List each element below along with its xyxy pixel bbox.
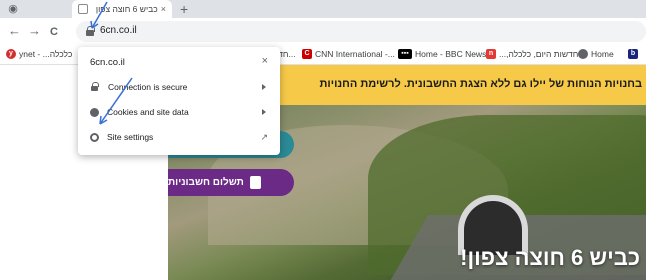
bookmark-icon: b: [628, 49, 638, 59]
site-settings-label: Site settings: [107, 132, 154, 142]
invoice-icon: [249, 176, 261, 189]
bookmark-more[interactable]: b: [628, 49, 641, 59]
tab-title: כביש 6 חוצה צפון: [95, 4, 158, 14]
bookmark-news[interactable]: n חדשות היום, כלכלה,...: [486, 49, 578, 59]
bookmark-ynet[interactable]: y ynet - ...כלכלה: [6, 49, 72, 59]
chevron-right-icon: [262, 109, 266, 115]
tab-close-icon[interactable]: ×: [161, 4, 166, 14]
close-icon[interactable]: ×: [262, 55, 268, 67]
popup-host: 6cn.co.il: [90, 57, 125, 68]
cnn-icon: C: [302, 49, 312, 59]
lock-icon[interactable]: [86, 26, 95, 36]
bookmark-bbc[interactable]: ▪▪▪ Home - BBC News: [398, 49, 486, 59]
chevron-right-icon: [262, 84, 266, 90]
url-text[interactable]: 6cn.co.il: [100, 25, 137, 36]
news-icon: n: [486, 49, 496, 59]
bookmark-label: Home - BBC News: [415, 49, 487, 59]
bbc-icon: ▪▪▪: [398, 49, 412, 59]
tab-active[interactable]: כביש 6 חוצה צפון ×: [72, 0, 172, 18]
bookmark-label: Home: [591, 49, 614, 59]
pay-invoices-button[interactable]: תשלום חשבוניות: [168, 169, 294, 196]
tab-search-icon[interactable]: ◉: [6, 2, 20, 16]
connection-secure-label: Connection is secure: [108, 82, 188, 92]
bookmark-home[interactable]: Home: [578, 49, 614, 59]
tab-strip: ◉ כביש 6 חוצה צפון × +: [0, 0, 646, 18]
bookmark-label: חדשות היום, כלכלה,...: [499, 49, 579, 59]
site-info-popup: 6cn.co.il × Connection is secure Cookies…: [78, 47, 280, 155]
open-external-icon: ↗: [260, 131, 268, 142]
cookies-label: Cookies and site data: [107, 107, 189, 117]
site-settings-item[interactable]: Site settings ↗: [78, 127, 280, 147]
reload-button[interactable]: C: [50, 24, 58, 40]
bookmark-label: CNN International -...: [315, 49, 395, 59]
address-bar[interactable]: 6cn.co.il: [76, 21, 646, 42]
globe-icon: [578, 49, 588, 59]
gear-icon: [90, 132, 99, 142]
tab-favicon-icon: [78, 4, 88, 14]
forward-button[interactable]: →: [28, 23, 41, 39]
toolbar: ← → C 6cn.co.il: [0, 18, 646, 45]
bookmark-label: ynet - ...כלכלה: [19, 49, 73, 59]
banner-text[interactable]: בחנויות הנוחות של יילו גם ללא הצגת החשבו…: [320, 78, 642, 90]
ynet-icon: y: [6, 49, 16, 59]
cookie-icon: [90, 107, 99, 117]
cookies-item[interactable]: Cookies and site data: [78, 102, 280, 122]
new-tab-button[interactable]: +: [180, 1, 188, 17]
bookmark-cnn[interactable]: C CNN International -...: [302, 49, 395, 59]
hero-title: כביש 6 חוצה צפון!: [460, 245, 640, 270]
browser-window: ◉ כביש 6 חוצה צפון × + ← → C 6cn.co.il y…: [0, 0, 646, 280]
pay-invoices-label: תשלום חשבוניות: [168, 177, 244, 188]
lock-icon: [90, 82, 100, 92]
connection-secure-item[interactable]: Connection is secure: [78, 77, 280, 97]
back-button[interactable]: ←: [8, 23, 21, 39]
